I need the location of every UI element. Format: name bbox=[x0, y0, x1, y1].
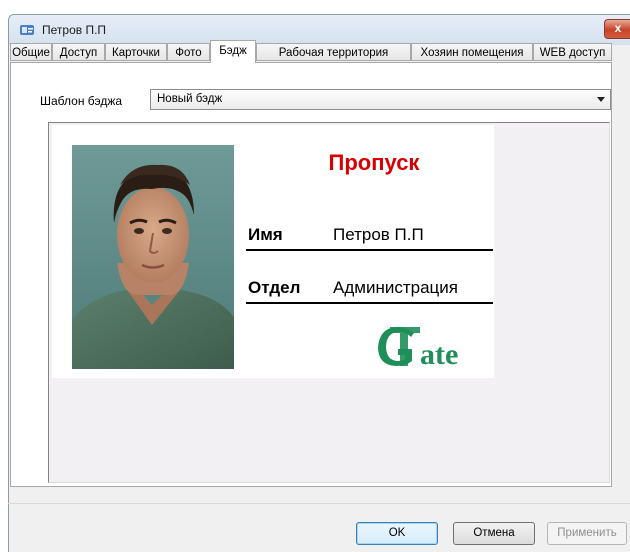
badge-template-select[interactable]: Новый бэдж bbox=[150, 89, 611, 110]
gate-logo: ate bbox=[378, 327, 458, 367]
cancel-button[interactable]: Отмена bbox=[453, 522, 535, 545]
name-value: Петров П.П bbox=[333, 225, 424, 244]
badge-template-label: Шаблон бэджа bbox=[40, 94, 123, 108]
chevron-down-icon[interactable] bbox=[597, 97, 605, 102]
department-divider bbox=[246, 302, 493, 304]
department-value: Администрация bbox=[333, 278, 458, 297]
apply-button[interactable]: Применить bbox=[547, 522, 627, 545]
tab-badge[interactable]: Бэдж bbox=[210, 40, 256, 63]
window-title: Петров П.П bbox=[42, 23, 107, 37]
employee-photo bbox=[72, 145, 234, 369]
department-label: Отдел bbox=[248, 278, 301, 297]
ok-button[interactable]: OK bbox=[356, 522, 438, 545]
tab-work-territory[interactable]: Рабочая территория bbox=[256, 43, 411, 61]
tab-general[interactable]: Общие bbox=[10, 43, 52, 61]
tab-access[interactable]: Доступ bbox=[52, 43, 105, 61]
name-label: Имя bbox=[248, 225, 283, 244]
badge-title: Пропуск bbox=[328, 150, 420, 175]
title-bar[interactable]: Петров П.П x bbox=[9, 15, 630, 45]
tab-cards[interactable]: Карточки bbox=[105, 43, 167, 61]
svg-text:ate: ate bbox=[420, 338, 458, 367]
footer-divider bbox=[8, 503, 630, 504]
name-divider bbox=[246, 249, 493, 251]
app-icon bbox=[20, 25, 34, 35]
tab-room-owner[interactable]: Хозяин помещения bbox=[411, 43, 533, 61]
badge-template-value: Новый бэдж bbox=[157, 93, 223, 105]
tab-web-access[interactable]: WEB доступ bbox=[533, 43, 612, 61]
close-button[interactable]: x bbox=[604, 19, 630, 39]
tab-photo[interactable]: Фото bbox=[167, 43, 210, 61]
